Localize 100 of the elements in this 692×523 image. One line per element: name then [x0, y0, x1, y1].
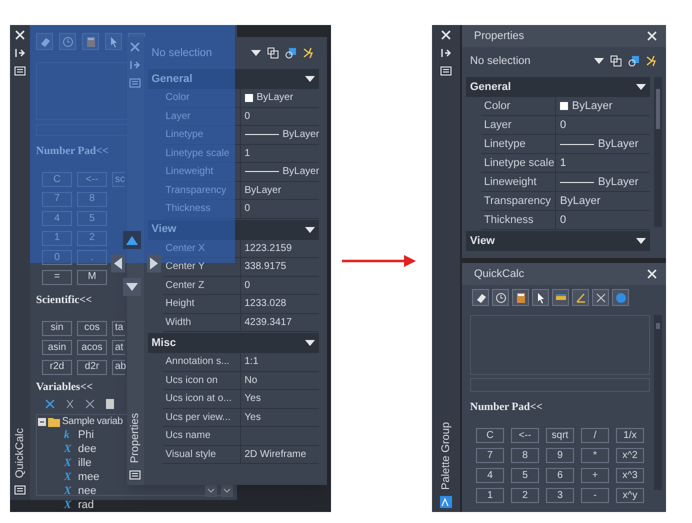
calc-key[interactable]: ta	[112, 320, 125, 336]
lightning-icon[interactable]	[646, 55, 658, 67]
menu-icon[interactable]	[14, 65, 26, 77]
property-label: Lineweight	[481, 173, 556, 192]
calc-key[interactable]: *	[581, 448, 609, 463]
caret-icon[interactable]	[251, 50, 262, 56]
tree-item[interactable]: rad	[78, 497, 94, 514]
calc-key[interactable]: sqrt	[546, 428, 574, 443]
calc-key[interactable]: x^3	[616, 468, 644, 483]
property-label: Color	[162, 89, 240, 108]
arrow-right-icon[interactable]	[147, 254, 161, 273]
calc-key[interactable]: 2	[511, 488, 539, 503]
calc-key[interactable]: sin	[42, 320, 72, 336]
property-value: 1	[244, 146, 250, 161]
calc-key[interactable]: 4	[476, 468, 504, 483]
calc-key[interactable]: x^2	[616, 448, 644, 463]
property-label: Thickness	[162, 200, 240, 218]
palette-tab-label[interactable]: Properties	[127, 412, 144, 463]
chevron-down-icon[interactable]	[205, 485, 217, 497]
palette-tab-label[interactable]: Palette Group	[438, 422, 454, 490]
scrollbar[interactable]	[654, 77, 662, 227]
property-value: 0	[244, 202, 250, 216]
tree-item[interactable]: mee	[78, 469, 100, 486]
close-icon[interactable]	[646, 268, 658, 280]
palette-tab-label[interactable]: QuickCalc	[12, 428, 28, 478]
property-label: Linetype	[162, 126, 240, 144]
property-value: 2D Wireframe	[244, 448, 306, 462]
calc-key[interactable]: 3	[546, 488, 574, 503]
select-icon[interactable]	[628, 55, 640, 67]
calc-key[interactable]: 8	[511, 448, 539, 463]
calc-key[interactable]: x^y	[616, 488, 644, 503]
chevron-down-icon[interactable]	[221, 485, 233, 497]
property-label: Linetype scale	[162, 144, 240, 163]
menu-icon[interactable]	[14, 484, 26, 496]
calc-key[interactable]: <--	[511, 428, 539, 443]
calc-key[interactable]: M	[77, 270, 107, 284]
property-value: No	[244, 374, 258, 388]
calc-key[interactable]: 1	[476, 488, 504, 503]
tree-item[interactable]: nee	[78, 483, 96, 500]
caret-icon[interactable]	[305, 340, 316, 346]
caret-icon[interactable]	[636, 84, 646, 90]
section-header[interactable]: View	[466, 231, 650, 251]
caret-icon[interactable]	[305, 76, 316, 82]
palette-icon[interactable]	[440, 496, 452, 508]
layers-icon[interactable]	[267, 47, 280, 59]
arrow-up-icon[interactable]	[123, 230, 141, 250]
select-icon[interactable]	[285, 47, 298, 59]
caret-icon[interactable]	[636, 238, 646, 244]
pin-icon[interactable]	[14, 47, 26, 59]
property-label: Center X	[162, 240, 240, 258]
variable-icon[interactable]	[44, 398, 56, 410]
scrollbar[interactable]	[654, 315, 662, 490]
section-heading[interactable]: Number Pad<<	[470, 401, 543, 414]
property-value: 0	[244, 278, 250, 293]
section-header[interactable]: General	[466, 77, 650, 97]
calc-key[interactable]: ab	[112, 360, 125, 374]
arrow-left-icon[interactable]	[111, 254, 125, 273]
menu-icon[interactable]	[440, 65, 452, 77]
section-header[interactable]: Misc	[148, 333, 320, 353]
calc-key[interactable]: 9	[546, 448, 574, 463]
property-value: 0	[244, 110, 250, 124]
calc-key[interactable]: d2r	[77, 360, 107, 374]
calc-key[interactable]: -	[581, 488, 609, 503]
tree-item[interactable]: Phi	[78, 427, 94, 444]
list-icon[interactable]	[104, 398, 116, 410]
layers-icon[interactable]	[610, 55, 622, 67]
tree-item[interactable]: Sample variab	[62, 414, 123, 429]
close-icon[interactable]	[14, 29, 26, 41]
selection-dropdown[interactable]: No selection	[470, 52, 588, 70]
calc-key[interactable]: +	[581, 468, 609, 483]
arrow-down-icon[interactable]	[123, 278, 141, 296]
pin-icon[interactable]	[440, 47, 452, 59]
calc-key[interactable]: C	[476, 428, 504, 443]
section-heading[interactable]: Scientific<<	[36, 294, 92, 306]
calc-key[interactable]: /	[581, 428, 609, 443]
delete-icon[interactable]	[84, 398, 96, 410]
tree-item[interactable]: ille	[78, 455, 92, 472]
calc-key[interactable]: at	[112, 340, 125, 355]
lightning-icon[interactable]	[303, 47, 316, 59]
tree-item[interactable]: dee	[78, 441, 96, 458]
caret-icon[interactable]	[305, 226, 316, 232]
property-label: Ucs icon on	[162, 372, 240, 390]
calc-key[interactable]: 6	[546, 468, 574, 483]
caret-icon[interactable]	[594, 58, 604, 64]
section-heading[interactable]: Variables<<	[36, 380, 93, 394]
calc-key[interactable]: 7	[476, 448, 504, 463]
calc-key[interactable]: cos	[77, 320, 107, 336]
property-value: ByLayer	[598, 136, 638, 152]
property-label: Layer	[481, 116, 556, 135]
menu-icon[interactable]	[129, 469, 142, 481]
close-icon[interactable]	[646, 30, 658, 42]
calc-key[interactable]: =	[42, 270, 72, 284]
calc-key[interactable]: acos	[77, 340, 107, 355]
calc-key[interactable]: 5	[511, 468, 539, 483]
close-icon[interactable]	[440, 29, 452, 41]
calc-key[interactable]: 1/x	[616, 428, 644, 443]
function-icon[interactable]	[64, 398, 76, 410]
calc-key[interactable]: asin	[42, 340, 72, 355]
collapse-icon[interactable]	[38, 418, 46, 426]
calc-key[interactable]: r2d	[42, 360, 72, 374]
